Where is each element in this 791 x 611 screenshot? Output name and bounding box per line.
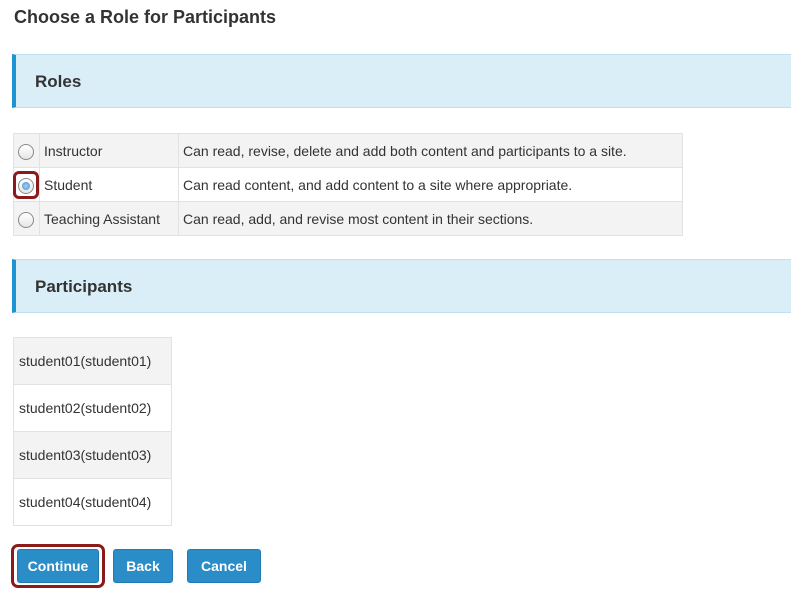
- role-row-teaching-assistant: Teaching Assistant Can read, add, and re…: [13, 201, 683, 236]
- highlight-ring: [13, 171, 39, 199]
- participants-section-header: Participants: [12, 259, 791, 313]
- participants-table: student01(student01) student02(student02…: [13, 337, 172, 526]
- cancel-button[interactable]: Cancel: [187, 549, 261, 583]
- page-title: Choose a Role for Participants: [14, 7, 277, 27]
- role-description: Can read, add, and revise most content i…: [178, 201, 683, 236]
- participant-name: student04(student04): [13, 478, 172, 526]
- participant-name: student02(student02): [13, 384, 172, 432]
- roles-table: Instructor Can read, revise, delete and …: [13, 133, 683, 236]
- participant-row: student01(student01): [13, 337, 172, 385]
- continue-button[interactable]: Continue: [17, 549, 99, 583]
- role-description: Can read content, and add content to a s…: [178, 167, 683, 202]
- participant-row: student03(student03): [13, 431, 172, 479]
- role-row-instructor: Instructor Can read, revise, delete and …: [13, 133, 683, 168]
- role-radio-teaching-assistant[interactable]: [18, 212, 34, 228]
- participants-heading: Participants: [35, 277, 133, 296]
- roles-heading: Roles: [35, 72, 82, 91]
- role-radio-instructor[interactable]: [18, 144, 34, 160]
- role-name: Instructor: [39, 133, 179, 168]
- roles-section-header: Roles: [12, 54, 791, 108]
- role-name: Student: [39, 167, 179, 202]
- participant-name: student01(student01): [13, 337, 172, 385]
- participant-row: student02(student02): [13, 384, 172, 432]
- participant-name: student03(student03): [13, 431, 172, 479]
- participant-row: student04(student04): [13, 478, 172, 526]
- role-row-student: Student Can read content, and add conten…: [13, 167, 683, 202]
- role-name: Teaching Assistant: [39, 201, 179, 236]
- role-description: Can read, revise, delete and add both co…: [178, 133, 683, 168]
- back-button[interactable]: Back: [113, 549, 173, 583]
